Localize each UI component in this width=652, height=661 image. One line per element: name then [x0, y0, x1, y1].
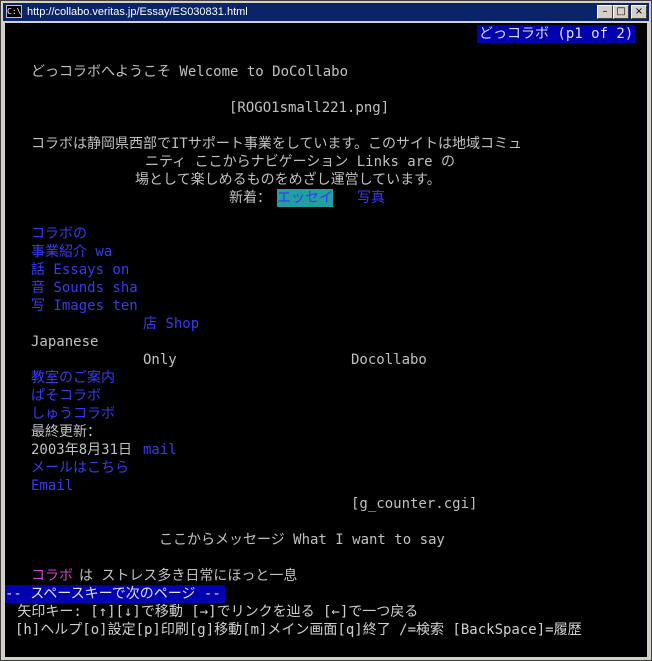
nav-link-business[interactable]: 事業紹介 wa — [31, 243, 112, 261]
nav-link-shop[interactable]: 店 Shop — [143, 315, 199, 333]
updated-label: 最終更新： — [31, 424, 101, 440]
page-indicator: どっコラボ (p1 of 2) — [477, 25, 636, 43]
link-essay[interactable]: エッセイ — [277, 189, 333, 207]
message-text: は ストレス多き日常にほっと一息 — [79, 568, 298, 584]
nav-link-shucollabo[interactable]: しゅうコラボ — [31, 405, 115, 423]
commands-help: [h]ヘルプ[o]設定[p]印刷[g]移動[m]メイン画面[q]終了 /=検索 … — [15, 622, 582, 638]
new-label: 新着： — [229, 190, 271, 206]
nav-link-essays[interactable]: 話 Essays on — [31, 261, 129, 279]
browser-window: C:\ http://collabo.veritas.jp/Essay/ES03… — [0, 0, 652, 661]
keys-help: 矢印キー: [↑][↓]で移動 [→]でリンクを辿る [←]で一つ戻る — [9, 604, 419, 620]
close-button[interactable]: × — [631, 5, 647, 19]
updated-date: 2003年8月31日 — [31, 442, 133, 458]
logo-image-placeholder: [ROGO1small221.png] — [229, 100, 390, 116]
docollabo-text: Docollabo — [351, 352, 427, 368]
collabo-link[interactable]: コラボ — [31, 567, 73, 585]
intro-line-3: 場として楽しめるものをめざし運営しています。 — [135, 172, 441, 188]
link-photo[interactable]: 写真 — [357, 189, 385, 207]
nav-link-pasocollabo[interactable]: ぱそコラボ — [31, 387, 101, 405]
terminal-content: どっコラボ (p1 of 2) どっコラボへようこそ Welcome to Do… — [5, 23, 647, 657]
next-page-bar: -- スペースキーで次のページ -- — [5, 585, 225, 603]
nav-link-classroom[interactable]: 教室のご案内 — [31, 369, 115, 387]
email-link[interactable]: Email — [31, 477, 73, 495]
nav-link-collabo[interactable]: コラボの — [31, 225, 87, 243]
message-heading: ここからメッセージ What I want to say — [159, 532, 445, 548]
mail-link[interactable]: mail — [143, 441, 177, 459]
welcome-text: どっコラボへようこそ Welcome to DoCollabo — [31, 64, 349, 80]
maximize-button[interactable]: □ — [613, 5, 629, 19]
counter-placeholder: [g_counter.cgi] — [351, 496, 478, 512]
japanese-text: Japanese — [31, 334, 99, 350]
intro-line-2: ニティ ここからナビゲーション Links are の — [145, 154, 456, 170]
console-icon: C:\ — [6, 5, 22, 18]
nav-link-images[interactable]: 写 Images ten — [31, 297, 138, 315]
nav-link-sounds[interactable]: 音 Sounds sha — [31, 279, 138, 297]
minimize-button[interactable]: – — [597, 5, 613, 19]
intro-line-1: コラボは静岡県西部でITサポート事業をしています。このサイトは地域コミュ — [31, 136, 523, 152]
only-text: Only — [143, 352, 177, 368]
mail-here-link[interactable]: メールはこちら — [31, 459, 129, 477]
window-title: http://collabo.veritas.jp/Essay/ES030831… — [27, 6, 248, 18]
title-bar[interactable]: C:\ http://collabo.veritas.jp/Essay/ES03… — [3, 3, 649, 21]
